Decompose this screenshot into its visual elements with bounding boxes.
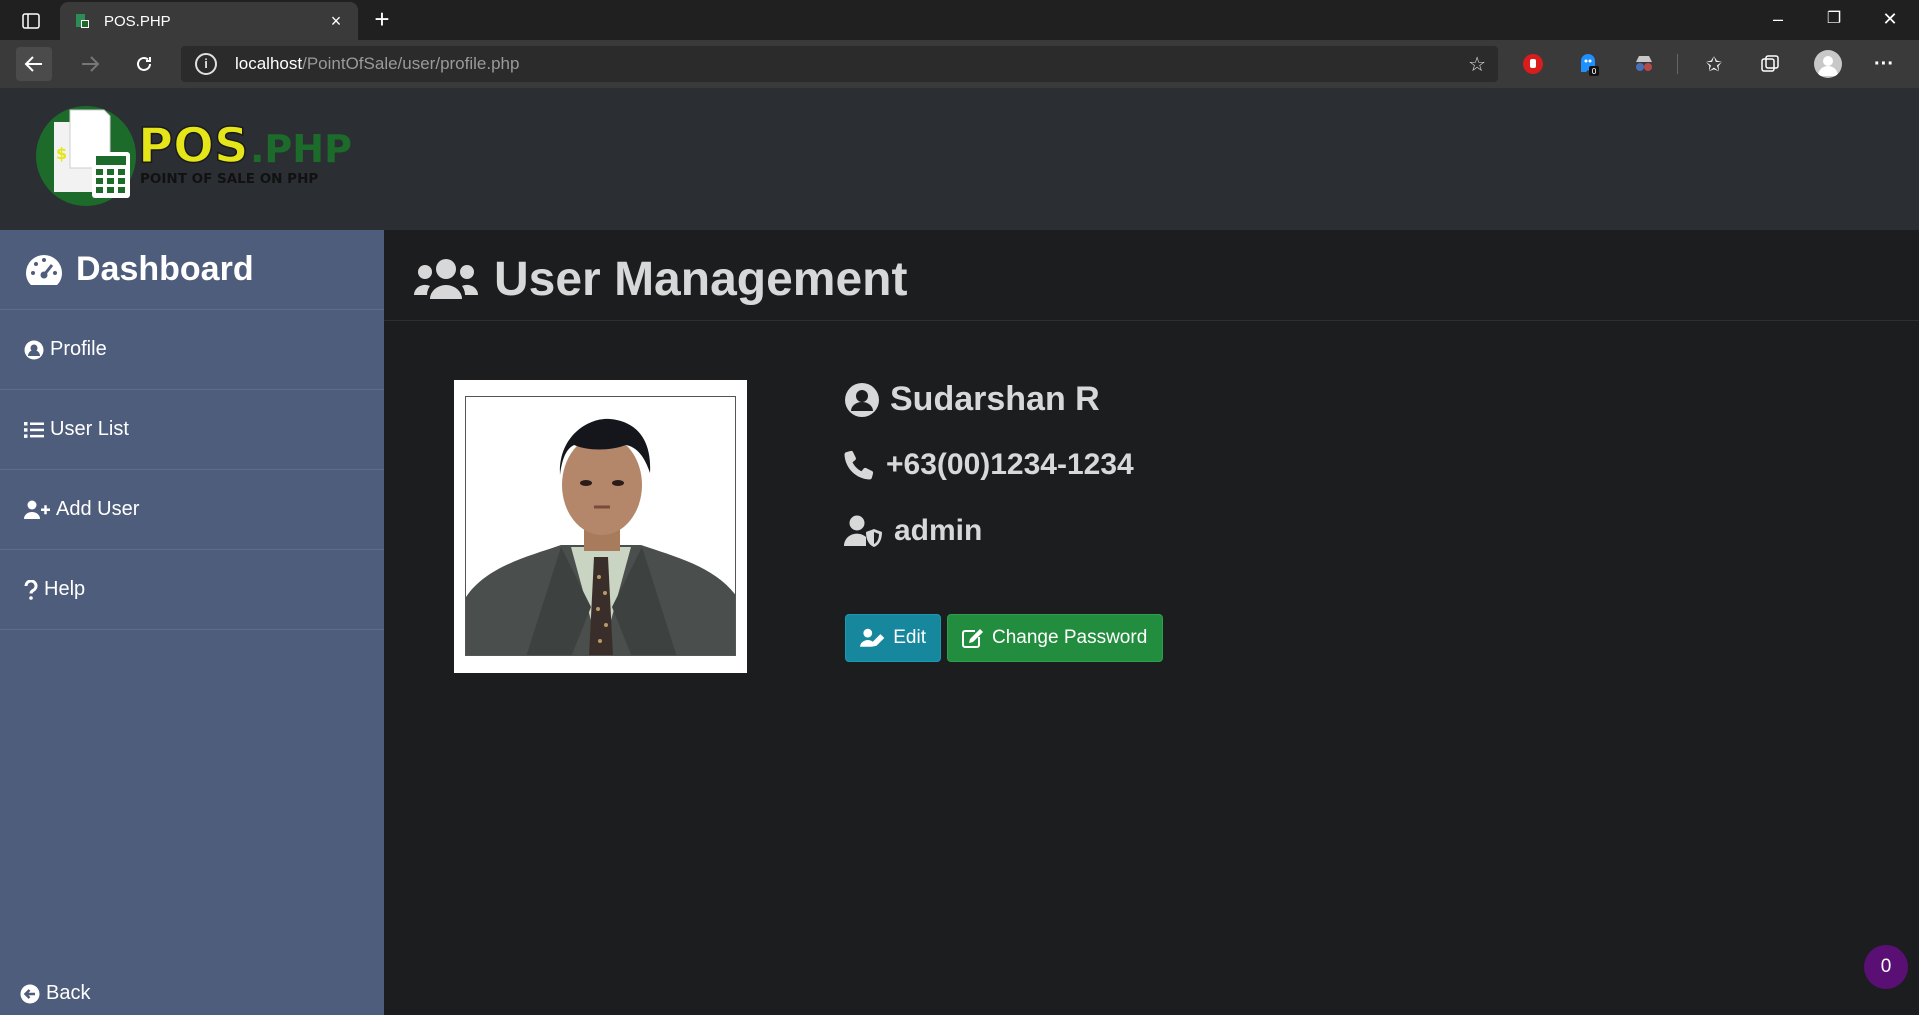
question-icon (24, 579, 38, 600)
tachometer-icon (26, 254, 62, 285)
address-bar[interactable]: i localhost/PointOfSale/user/profile.php… (181, 46, 1498, 82)
forward-button[interactable] (72, 47, 108, 81)
notification-badge[interactable]: 0 (1864, 945, 1908, 989)
site-info-icon[interactable]: i (195, 53, 217, 75)
adblock-extension-icon[interactable] (1519, 50, 1547, 78)
browser-toolbar: i localhost/PointOfSale/user/profile.php… (0, 40, 1919, 88)
tab-title: POS.PHP (104, 13, 171, 30)
users-icon (414, 259, 478, 299)
arrow-left-icon (24, 56, 42, 72)
minimize-button[interactable]: – (1758, 4, 1798, 34)
svg-text:$: $ (56, 144, 67, 163)
user-circle-icon (845, 382, 879, 417)
sidebar-item-profile[interactable]: Profile (0, 310, 384, 390)
add-favorite-icon[interactable]: ☆ (1468, 52, 1486, 77)
user-circle-icon (24, 340, 44, 359)
arrow-circle-left-icon (20, 984, 40, 1003)
main-content: User Management Sudarshan R +63(00)1234-… (384, 230, 1919, 1015)
page-title: User Management (494, 252, 908, 306)
pos-php-logo[interactable]: $ POS .PHP POINT OF SALE ON PHP (34, 104, 364, 208)
url-host: localhost (235, 54, 303, 73)
sidebar: Dashboard Profile User List Add User Hel… (0, 230, 384, 1015)
sidebar-item-user-list[interactable]: User List (0, 390, 384, 470)
favorites-icon[interactable]: ✩ (1700, 50, 1728, 78)
sidebar-item-label: Profile (50, 338, 107, 360)
reload-button[interactable] (126, 47, 162, 81)
change-password-button[interactable]: Change Password (947, 614, 1163, 662)
edit-button-label: Edit (893, 627, 926, 648)
change-password-label: Change Password (992, 627, 1148, 648)
profile-phone: +63(00)1234-1234 (886, 448, 1134, 481)
back-button[interactable] (16, 47, 52, 81)
phone-icon (844, 450, 874, 480)
title-divider (384, 320, 1919, 321)
profile-phone-row: +63(00)1234-1234 (844, 448, 1134, 482)
profile-name: Sudarshan R (890, 380, 1100, 418)
sidebar-item-dashboard[interactable]: Dashboard (0, 230, 384, 310)
url-path: /PointOfSale/user/profile.php (302, 54, 520, 73)
user-plus-icon (24, 500, 50, 519)
edit-icon (962, 629, 983, 648)
sidebar-dashboard-label: Dashboard (76, 250, 254, 288)
sidebar-item-label: Add User (56, 498, 140, 520)
reload-icon (137, 56, 151, 71)
edit-button[interactable]: Edit (845, 614, 941, 662)
profile-role: admin (894, 514, 983, 547)
browser-tab[interactable]: POS.PHP × (60, 2, 358, 40)
restore-button[interactable]: ❐ (1814, 4, 1854, 34)
spy-extension-icon[interactable] (1630, 50, 1658, 78)
arrow-right-icon (82, 56, 100, 72)
logo-brand-suffix: .PHP (250, 127, 352, 171)
toolbar-divider (1677, 54, 1678, 74)
collections-icon[interactable] (1756, 50, 1784, 78)
logo-brand-text: POS (138, 118, 249, 174)
settings-menu-icon[interactable]: ··· (1870, 50, 1898, 78)
logo-tagline: POINT OF SALE ON PHP (140, 171, 318, 187)
profile-avatar[interactable] (1814, 50, 1842, 78)
sidebar-item-label: Help (44, 578, 86, 600)
ghostery-extension-icon[interactable]: 0 (1574, 50, 1602, 78)
profile-role-row: admin (844, 514, 982, 548)
list-icon (24, 421, 44, 438)
profile-photo (465, 396, 736, 656)
profile-name-row: Sudarshan R (844, 380, 1100, 419)
extension-badge-count: 0 (1591, 67, 1596, 76)
tab-close-icon[interactable]: × (324, 9, 348, 33)
tab-actions-icon[interactable] (14, 8, 48, 34)
browser-tab-bar: POS.PHP × + – ❐ ✕ (0, 0, 1919, 40)
sidebar-item-add-user[interactable]: Add User (0, 470, 384, 550)
new-tab-button[interactable]: + (368, 6, 396, 34)
page-header: User Management (414, 242, 907, 316)
sidebar-item-help[interactable]: Help (0, 550, 384, 630)
url-text[interactable]: localhost/PointOfSale/user/profile.php (235, 54, 519, 74)
window-close-button[interactable]: ✕ (1870, 4, 1910, 34)
user-shield-icon (844, 515, 882, 547)
profile-photo-frame (454, 380, 747, 673)
user-edit-icon (860, 628, 885, 647)
sidebar-item-label: User List (50, 418, 129, 440)
app-header: $ POS .PHP POINT OF SALE ON PHP (0, 88, 1919, 230)
back-label: Back (46, 982, 91, 1004)
back-link[interactable]: Back (20, 982, 90, 1005)
tab-favicon-icon (76, 14, 89, 28)
